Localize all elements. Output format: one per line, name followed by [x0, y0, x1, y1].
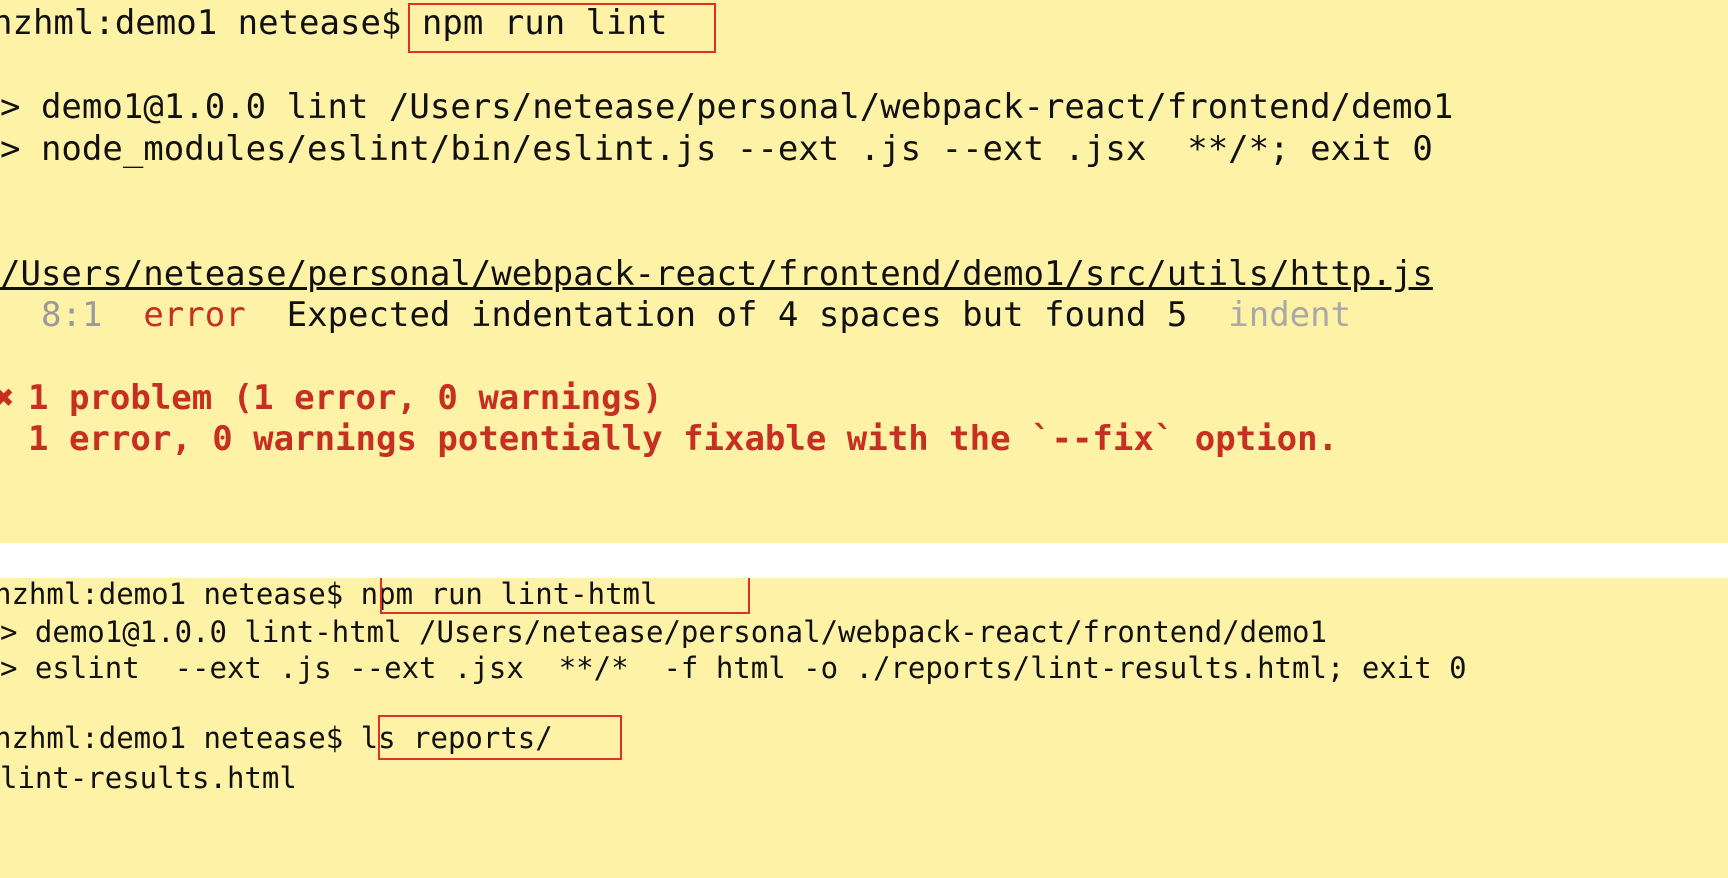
- terminal-panel-lint-html: hzhml:demo1 netease$ npm run lint-html >…: [0, 578, 1728, 878]
- lint-summary-line: ✖ 1 problem (1 error, 0 warnings): [0, 375, 663, 421]
- shell-prompt: hzhml:demo1 netease$: [0, 721, 361, 755]
- shell-prompt: hzhml:demo1 netease$: [0, 3, 422, 43]
- error-location: 8:1: [40, 295, 103, 335]
- shell-prompt: hzhml:demo1 netease$: [0, 578, 361, 611]
- lint-fixable-line: 1 error, 0 warnings potentially fixable …: [28, 419, 1339, 459]
- script-echo-line: > demo1@1.0.0 lint /Users/netease/person…: [0, 87, 1454, 127]
- lint-error-row: 8:1 error Expected indentation of 4 spac…: [0, 292, 1351, 338]
- command-highlight-box: [380, 578, 750, 614]
- script-echo-line: > eslint --ext .js --ext .jsx **/* -f ht…: [0, 651, 1467, 685]
- script-echo-line: > node_modules/eslint/bin/eslint.js --ex…: [0, 129, 1433, 169]
- terminal-panel-lint: hzhml:demo1 netease$ npm run lint > demo…: [0, 0, 1728, 543]
- lint-file-path: /Users/netease/personal/webpack-react/fr…: [0, 254, 1433, 294]
- error-rule: indent: [1228, 295, 1352, 335]
- summary-text: 1 problem (1 error, 0 warnings): [28, 378, 663, 418]
- error-x-icon: ✖: [0, 378, 15, 418]
- command-highlight-box: [408, 3, 716, 53]
- error-message: Expected indentation of 4 spaces but fou…: [286, 295, 1188, 335]
- command-highlight-box: [378, 715, 622, 760]
- error-severity: error: [143, 295, 246, 335]
- command-output: lint-results.html: [0, 761, 297, 795]
- script-echo-line: > demo1@1.0.0 lint-html /Users/netease/p…: [0, 615, 1327, 649]
